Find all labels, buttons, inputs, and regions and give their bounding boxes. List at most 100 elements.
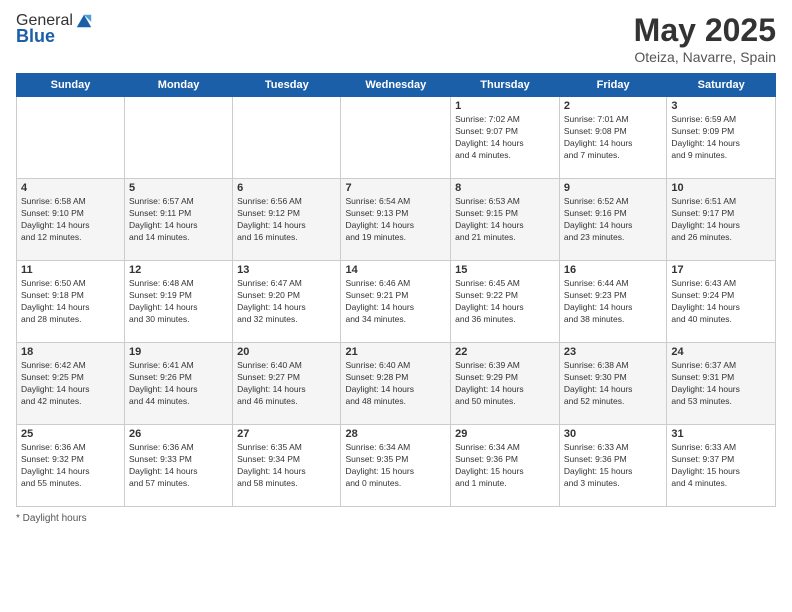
month-title: May 2025 [634,12,776,49]
day-number: 17 [671,264,771,276]
day-number: 14 [345,264,446,276]
calendar-cell: 31Sunrise: 6:33 AM Sunset: 9:37 PM Dayli… [667,425,776,507]
day-number: 7 [345,182,446,194]
calendar-cell: 23 Sunrise: 6:38 AM Sunset: 9:30 PM Dayli… [559,343,666,425]
col-monday: Monday [125,74,233,97]
day-number: 12 [129,264,228,276]
day-info: Sunrise: 6:33 AM Sunset: 9:36 PM Dayligh… [564,442,662,490]
calendar-cell: 15Sunrise: 6:45 AM Sunset: 9:22 PM Dayli… [451,261,560,343]
day-info: Sunrise: 7:01 AM Sunset: 9:08 PM Dayligh… [564,114,662,162]
header: General Blue May 2025 Oteiza, Navarre, S… [16,12,776,65]
day-number: 27 [237,428,336,440]
day-number: 4 [21,182,120,194]
col-tuesday: Tuesday [233,74,341,97]
day-info: Sunrise: 6:36 AM Sunset: 9:32 PM Dayligh… [21,442,120,490]
day-info: Sunrise: 6:39 AM Sunset: 9:29 PM Dayligh… [455,360,555,408]
day-info: Sunrise: 6:58 AM Sunset: 9:10 PM Dayligh… [21,196,120,244]
day-number: 22 [455,346,555,358]
day-number: 25 [21,428,120,440]
calendar-cell: 2 Sunrise: 7:01 AM Sunset: 9:08 PM Daylig… [559,97,666,179]
calendar-cell: 25 Sunrise: 6:36 AM Sunset: 9:32 PM Dayli… [17,425,125,507]
day-info: Sunrise: 6:46 AM Sunset: 9:21 PM Dayligh… [345,278,446,326]
calendar-cell: 18 Sunrise: 6:42 AM Sunset: 9:25 PM Dayli… [17,343,125,425]
day-info: Sunrise: 6:34 AM Sunset: 9:36 PM Dayligh… [455,442,555,490]
day-number: 13 [237,264,336,276]
calendar-cell: 14 Sunrise: 6:46 AM Sunset: 9:21 PM Dayli… [341,261,451,343]
col-saturday: Saturday [667,74,776,97]
day-info: Sunrise: 6:48 AM Sunset: 9:19 PM Dayligh… [129,278,228,326]
calendar-cell: 21 Sunrise: 6:40 AM Sunset: 9:28 PM Dayli… [341,343,451,425]
day-info: Sunrise: 6:33 AM Sunset: 9:37 PM Dayligh… [671,442,771,490]
day-number: 3 [671,100,771,112]
calendar-cell: 13Sunrise: 6:47 AM Sunset: 9:20 PM Dayli… [233,261,341,343]
day-info: Sunrise: 6:41 AM Sunset: 9:26 PM Dayligh… [129,360,228,408]
calendar-cell: 6Sunrise: 6:56 AM Sunset: 9:12 PM Daylig… [233,179,341,261]
daylight-label: Daylight hours [23,513,87,524]
day-number: 28 [345,428,446,440]
day-info: Sunrise: 6:52 AM Sunset: 9:16 PM Dayligh… [564,196,662,244]
calendar-cell: 29 Sunrise: 6:34 AM Sunset: 9:36 PM Dayli… [451,425,560,507]
col-sunday: Sunday [17,74,125,97]
day-number: 1 [455,100,555,112]
day-info: Sunrise: 6:56 AM Sunset: 9:12 PM Dayligh… [237,196,336,244]
day-number: 5 [129,182,228,194]
calendar-header-row: Sunday Monday Tuesday Wednesday Thursday… [17,74,776,97]
calendar-week-3: 11 Sunrise: 6:50 AM Sunset: 9:18 PM Dayli… [17,261,776,343]
calendar-cell: 1 Sunrise: 7:02 AM Sunset: 9:07 PM Daylig… [451,97,560,179]
col-wednesday: Wednesday [341,74,451,97]
day-info: Sunrise: 6:50 AM Sunset: 9:18 PM Dayligh… [21,278,120,326]
day-number: 20 [237,346,336,358]
day-number: 15 [455,264,555,276]
calendar-cell: 7Sunrise: 6:54 AM Sunset: 9:13 PM Daylig… [341,179,451,261]
calendar-cell: 3 Sunrise: 6:59 AM Sunset: 9:09 PM Daylig… [667,97,776,179]
day-info: Sunrise: 6:59 AM Sunset: 9:09 PM Dayligh… [671,114,771,162]
calendar-cell: 27 Sunrise: 6:35 AM Sunset: 9:34 PM Dayli… [233,425,341,507]
calendar-table: Sunday Monday Tuesday Wednesday Thursday… [16,73,776,507]
logo-icon [75,12,93,30]
day-number: 29 [455,428,555,440]
calendar-cell: 24Sunrise: 6:37 AM Sunset: 9:31 PM Dayli… [667,343,776,425]
day-number: 19 [129,346,228,358]
day-number: 24 [671,346,771,358]
day-info: Sunrise: 6:51 AM Sunset: 9:17 PM Dayligh… [671,196,771,244]
calendar-week-4: 18 Sunrise: 6:42 AM Sunset: 9:25 PM Dayli… [17,343,776,425]
calendar-cell: 30 Sunrise: 6:33 AM Sunset: 9:36 PM Dayli… [559,425,666,507]
calendar-cell: 12 Sunrise: 6:48 AM Sunset: 9:19 PM Dayli… [125,261,233,343]
calendar-cell: 17 Sunrise: 6:43 AM Sunset: 9:24 PM Dayli… [667,261,776,343]
day-info: Sunrise: 6:42 AM Sunset: 9:25 PM Dayligh… [21,360,120,408]
day-number: 23 [564,346,662,358]
calendar-cell: 11 Sunrise: 6:50 AM Sunset: 9:18 PM Dayli… [17,261,125,343]
day-info: Sunrise: 6:43 AM Sunset: 9:24 PM Dayligh… [671,278,771,326]
calendar-cell: 22 Sunrise: 6:39 AM Sunset: 9:29 PM Dayli… [451,343,560,425]
day-info: Sunrise: 6:38 AM Sunset: 9:30 PM Dayligh… [564,360,662,408]
calendar-week-5: 25 Sunrise: 6:36 AM Sunset: 9:32 PM Dayli… [17,425,776,507]
day-info: Sunrise: 6:34 AM Sunset: 9:35 PM Dayligh… [345,442,446,490]
day-info: Sunrise: 6:35 AM Sunset: 9:34 PM Dayligh… [237,442,336,490]
title-block: May 2025 Oteiza, Navarre, Spain [634,12,776,65]
calendar-cell: 8 Sunrise: 6:53 AM Sunset: 9:15 PM Daylig… [451,179,560,261]
day-info: Sunrise: 6:44 AM Sunset: 9:23 PM Dayligh… [564,278,662,326]
calendar-cell: 28 Sunrise: 6:34 AM Sunset: 9:35 PM Dayli… [341,425,451,507]
day-info: Sunrise: 7:02 AM Sunset: 9:07 PM Dayligh… [455,114,555,162]
calendar-cell: 10Sunrise: 6:51 AM Sunset: 9:17 PM Dayli… [667,179,776,261]
day-number: 18 [21,346,120,358]
logo: General Blue [16,12,93,47]
day-info: Sunrise: 6:53 AM Sunset: 9:15 PM Dayligh… [455,196,555,244]
location-subtitle: Oteiza, Navarre, Spain [634,49,776,65]
day-number: 16 [564,264,662,276]
calendar-week-2: 4 Sunrise: 6:58 AM Sunset: 9:10 PM Daylig… [17,179,776,261]
col-friday: Friday [559,74,666,97]
calendar-cell [233,97,341,179]
day-number: 30 [564,428,662,440]
day-number: 11 [21,264,120,276]
day-number: 21 [345,346,446,358]
calendar-cell: 19 Sunrise: 6:41 AM Sunset: 9:26 PM Dayli… [125,343,233,425]
day-info: Sunrise: 6:40 AM Sunset: 9:28 PM Dayligh… [345,360,446,408]
day-info: Sunrise: 6:57 AM Sunset: 9:11 PM Dayligh… [129,196,228,244]
calendar-cell: 16 Sunrise: 6:44 AM Sunset: 9:23 PM Dayli… [559,261,666,343]
day-number: 2 [564,100,662,112]
page: General Blue May 2025 Oteiza, Navarre, S… [0,0,792,612]
day-info: Sunrise: 6:40 AM Sunset: 9:27 PM Dayligh… [237,360,336,408]
day-number: 9 [564,182,662,194]
day-number: 8 [455,182,555,194]
